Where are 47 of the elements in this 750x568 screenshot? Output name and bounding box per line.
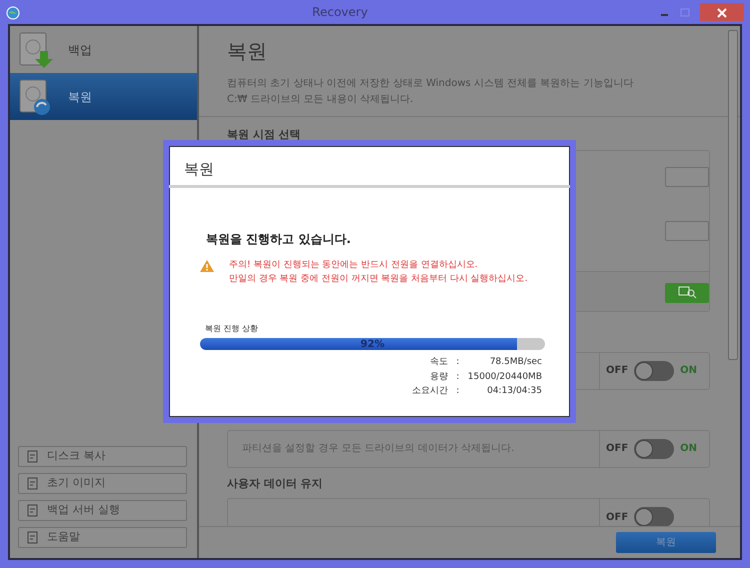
close-icon (717, 8, 727, 18)
stat-value: 15000/20440MB (468, 370, 542, 384)
warning-text: 주의! 복원이 진행되는 동안에는 반드시 전원을 연결하십시오. (229, 259, 479, 272)
status-message: 복원을 진행하고 있습니다. (206, 231, 352, 248)
stat-separator: : (455, 356, 460, 369)
section-heading: 사용자 데이터 유지 (227, 476, 324, 492)
toggle-switch[interactable] (634, 507, 674, 526)
search-icon (677, 285, 697, 300)
sidebar-item[interactable]: 백업 (10, 26, 197, 73)
tool-button[interactable]: 디스크 복사 (18, 446, 187, 467)
off-label: OFF (606, 510, 628, 524)
progress-percent: 92% (360, 338, 386, 350)
stat-separator: : (455, 385, 460, 398)
document-icon (27, 529, 39, 546)
stat-value: 04:13/04:35 (486, 385, 542, 398)
search-button[interactable] (665, 282, 709, 302)
on-label: ON (680, 364, 697, 378)
restore-button[interactable]: 복원 (616, 532, 716, 553)
tool-button[interactable]: 백업 서버 실행 (18, 500, 187, 521)
drive-icon (18, 30, 54, 68)
description-text: 컴퓨터의 초기 상태나 이전에 저장한 상태로 Windows 시스템 전체를 복원하는 기능입니다 (227, 77, 634, 91)
stat-separator: : (455, 370, 460, 384)
off-label: OFF (606, 442, 628, 456)
page-title: 복원 (227, 38, 268, 65)
document-icon (27, 448, 39, 465)
stat-value: 78.5MB/sec (488, 356, 542, 369)
warning-icon (199, 259, 215, 273)
stat-label: 속도 (428, 356, 448, 369)
stat-label: 용량 (428, 370, 448, 384)
section-heading: 복원 시점 선택 (227, 127, 302, 143)
on-label: ON (680, 442, 697, 456)
progress-label: 복원 진행 상황 (205, 323, 260, 335)
tool-button[interactable]: 초기 이미지 (18, 473, 187, 494)
tool-button[interactable]: 도움말 (18, 527, 187, 548)
off-label: OFF (606, 364, 628, 378)
document-icon (27, 502, 39, 519)
toggle-switch[interactable] (634, 360, 674, 380)
sidebar-item[interactable]: 복원 (10, 73, 197, 120)
toggle-switch[interactable] (634, 438, 674, 458)
scrollbar[interactable] (728, 30, 738, 360)
close-button[interactable] (700, 3, 744, 21)
warning-text: 만일의 경우 복원 중에 전원이 꺼지면 복원을 처음부터 다시 실행하십시오. (229, 273, 528, 286)
window-title: Recovery (311, 4, 369, 21)
stat-label: 소요시간 (412, 385, 448, 398)
dialog-title: 복원 (169, 146, 570, 188)
document-icon (27, 475, 39, 492)
description-text: C:₩ 드라이브의 모든 내용이 삭제됩니다. (227, 93, 414, 107)
